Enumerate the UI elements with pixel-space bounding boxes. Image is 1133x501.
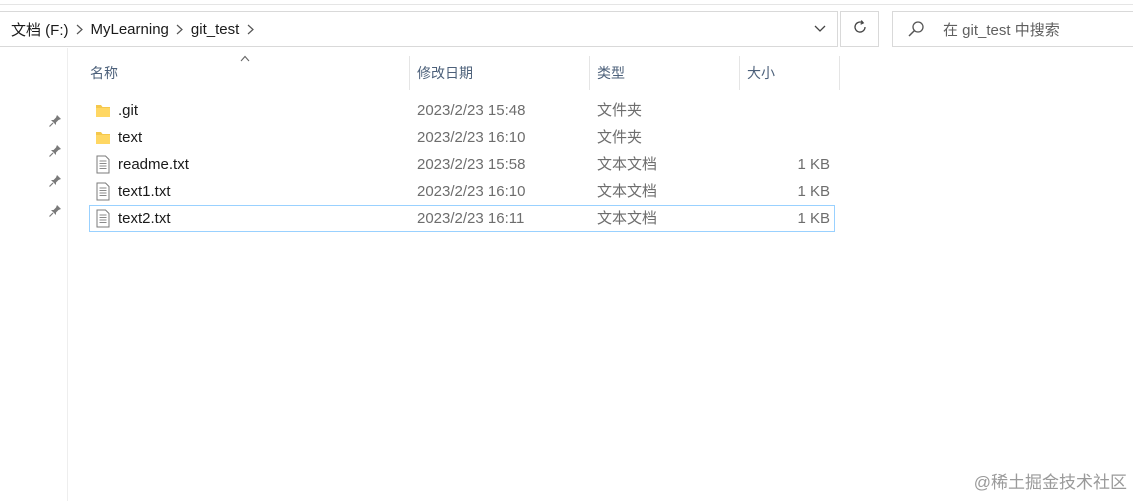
refresh-icon: [852, 19, 868, 40]
search-input[interactable]: 在 git_test 中搜索: [943, 19, 1060, 40]
pin-icon[interactable]: [48, 144, 62, 158]
chevron-right-icon[interactable]: [239, 11, 261, 47]
address-bar[interactable]: 文档 (F:) MyLearning git_test: [0, 11, 838, 47]
column-header-date[interactable]: 修改日期: [409, 56, 589, 90]
folder-icon: [95, 128, 111, 147]
file-type: 文件夹: [597, 102, 643, 119]
file-date: 2023/2/23 15:58: [417, 156, 526, 173]
text-file-icon: [95, 155, 111, 174]
refresh-button[interactable]: [840, 11, 879, 47]
file-row[interactable]: text2.txt 2023/2/23 16:11 文本文档 1 KB: [89, 205, 835, 232]
address-history-dropdown[interactable]: [803, 12, 837, 46]
breadcrumb-mylearning[interactable]: MyLearning: [91, 21, 169, 38]
column-header-name[interactable]: 名称: [82, 56, 409, 90]
column-header-size[interactable]: 大小: [739, 56, 839, 90]
chevron-right-icon[interactable]: [69, 11, 91, 47]
file-row[interactable]: readme.txt 2023/2/23 15:58 文本文档 1 KB: [89, 151, 835, 178]
file-type: 文本文档: [597, 210, 658, 227]
folder-icon: [95, 101, 111, 120]
file-name: readme.txt: [118, 156, 189, 173]
file-type: 文本文档: [597, 183, 658, 200]
breadcrumb-git-test[interactable]: git_test: [191, 21, 239, 38]
file-row[interactable]: text1.txt 2023/2/23 16:10 文本文档 1 KB: [89, 178, 835, 205]
file-name: text: [118, 129, 143, 146]
file-name: .git: [118, 102, 139, 119]
file-name: text1.txt: [118, 183, 171, 200]
column-header: 名称 修改日期 类型 大小: [82, 56, 840, 90]
column-header-type[interactable]: 类型: [589, 56, 739, 90]
pin-icon[interactable]: [48, 174, 62, 188]
file-date: 2023/2/23 15:48: [417, 102, 526, 119]
text-file-icon: [95, 209, 111, 228]
breadcrumb-drive[interactable]: 文档 (F:): [0, 19, 69, 40]
top-divider: [0, 4, 1133, 5]
chevron-right-icon[interactable]: [169, 11, 191, 47]
pin-icon[interactable]: [48, 114, 62, 128]
file-date: 2023/2/23 16:10: [417, 129, 526, 146]
pin-icon[interactable]: [48, 204, 62, 218]
column-divider[interactable]: [839, 56, 840, 90]
search-icon: [907, 20, 929, 38]
file-size: 1 KB: [797, 210, 830, 227]
file-type: 文本文档: [597, 156, 658, 173]
breadcrumb: 文档 (F:) MyLearning git_test: [0, 11, 803, 47]
file-row[interactable]: text 2023/2/23 16:10 文件夹: [89, 124, 835, 151]
text-file-icon: [95, 182, 111, 201]
file-name: text2.txt: [118, 210, 171, 227]
file-date: 2023/2/23 16:11: [417, 210, 525, 227]
search-box[interactable]: 在 git_test 中搜索: [892, 11, 1133, 47]
navigation-pane: [0, 48, 68, 501]
file-size: 1 KB: [797, 156, 830, 173]
file-type: 文件夹: [597, 129, 643, 146]
watermark: @稀土掘金技术社区: [973, 473, 1127, 492]
file-date: 2023/2/23 16:10: [417, 183, 526, 200]
file-row[interactable]: .git 2023/2/23 15:48 文件夹: [89, 97, 835, 124]
file-size: 1 KB: [797, 183, 830, 200]
chevron-down-icon: [814, 20, 826, 38]
